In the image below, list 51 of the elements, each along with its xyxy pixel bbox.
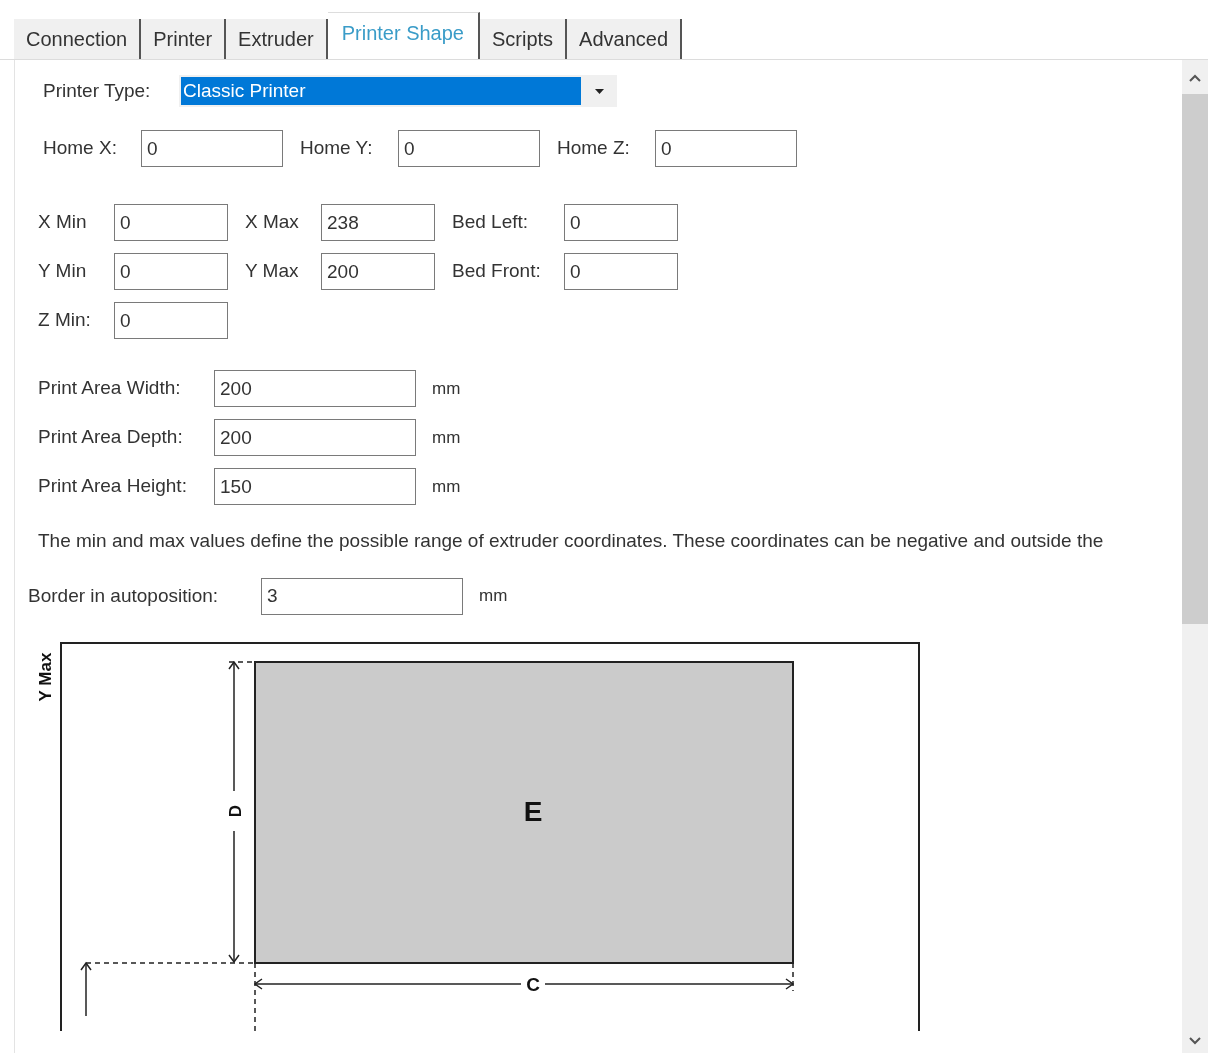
field-label: Border in autoposition: (28, 583, 220, 608)
area-label: E (523, 795, 543, 827)
offset-dimension-arrow (80, 961, 92, 1017)
tab[interactable]: Advanced (567, 19, 683, 59)
scroll-down-icon[interactable] (1189, 1037, 1201, 1045)
field-label: Print Area Height: (38, 474, 188, 499)
unit-label: mm (479, 585, 508, 608)
field-label: Z Min: (38, 308, 92, 333)
axis-label: Y Max (36, 652, 55, 701)
input-field[interactable]: 200 (214, 370, 416, 407)
input-field[interactable]: 0 (114, 302, 228, 339)
field-label: X Max (245, 210, 300, 235)
scroll-up-icon[interactable] (1189, 74, 1201, 82)
input-field[interactable]: 0 (398, 130, 540, 167)
field-label: Print Area Depth: (38, 425, 184, 450)
input-field[interactable]: 0 (564, 204, 678, 241)
selected-value: Classic Printer (181, 77, 581, 105)
field-label: Y Max (245, 259, 300, 284)
field-label: Home Z: (557, 136, 631, 161)
description-text: The min and max values define the possible range of extruder coordinates. These coordinates can be negative and outside the (38, 529, 1105, 553)
field-label: Y Min (38, 259, 88, 284)
field-label: Printer Type: (43, 79, 152, 103)
field-label: Bed Left: (452, 210, 530, 235)
tab[interactable]: Printer (141, 19, 227, 59)
input-field[interactable]: 0 (114, 204, 228, 241)
field-label: Bed Front: (452, 259, 542, 284)
unit-label: mm (432, 377, 461, 400)
input-field[interactable]: 0 (655, 130, 797, 167)
field-label: Home Y: (300, 136, 374, 161)
scrollbar[interactable] (1182, 60, 1208, 1053)
tab[interactable]: Connection (14, 19, 142, 59)
tab[interactable]: Scripts (480, 19, 568, 59)
dimension-label: D (226, 804, 245, 817)
input-field[interactable]: 0 (141, 130, 283, 167)
printer-type-dropdown[interactable]: Classic Printer (179, 75, 617, 107)
input-field[interactable]: 3 (261, 577, 463, 615)
unit-label: mm (432, 426, 461, 449)
field-label: Home X: (43, 136, 118, 161)
tab[interactable]: Extruder (226, 19, 328, 59)
field-label: X Min (38, 210, 88, 235)
field-label: Print Area Width: (38, 376, 182, 401)
input-field[interactable]: 200 (321, 253, 435, 290)
input-field[interactable]: 0 (114, 253, 228, 290)
scrollbar-thumb[interactable] (1182, 94, 1208, 624)
dimension-label: C (526, 973, 540, 995)
input-field[interactable]: 0 (564, 253, 678, 290)
input-field[interactable]: 238 (321, 204, 435, 241)
unit-label: mm (432, 475, 461, 498)
input-field[interactable]: 150 (214, 468, 416, 505)
input-field[interactable]: 200 (214, 419, 416, 456)
dropdown-arrow-icon[interactable] (594, 88, 604, 94)
